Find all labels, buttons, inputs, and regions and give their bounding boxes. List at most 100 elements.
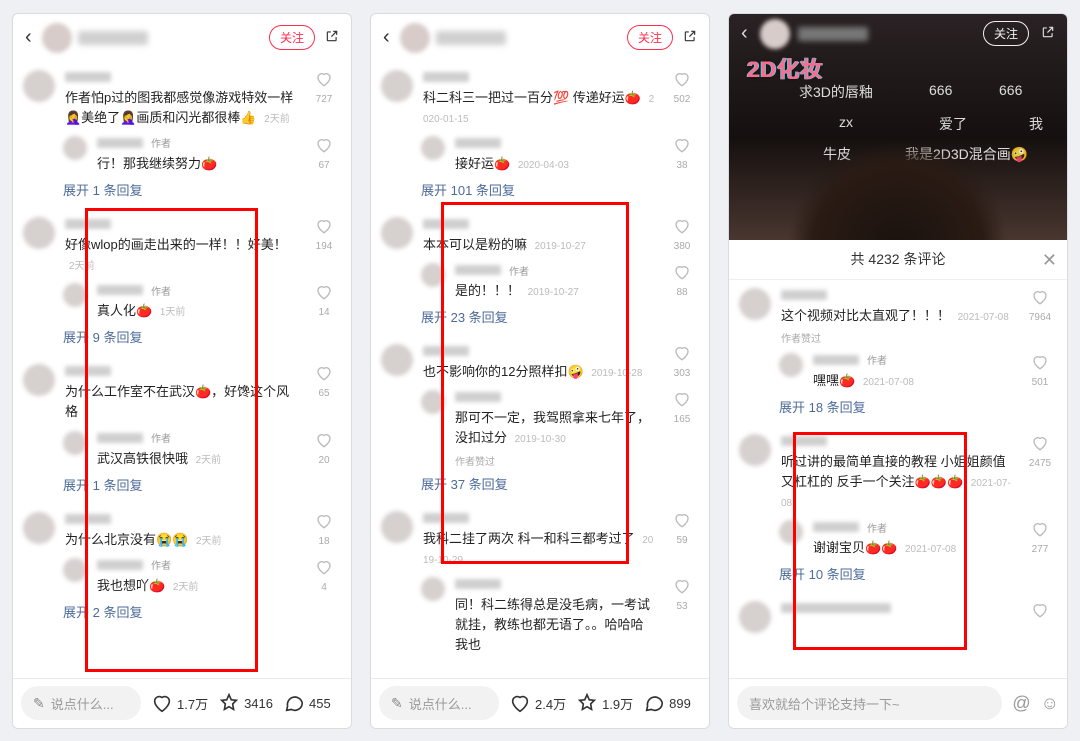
like-stat[interactable]: 2.4万 bbox=[509, 692, 566, 714]
expand-replies-link[interactable]: 展开 37 条回复 bbox=[371, 468, 709, 503]
heart-icon bbox=[315, 136, 333, 158]
comment-stat[interactable]: 455 bbox=[283, 692, 331, 714]
nickname-blurred bbox=[65, 72, 111, 82]
comment-input[interactable]: ✎ 说点什么... bbox=[21, 686, 141, 720]
like-count: 38 bbox=[676, 160, 687, 171]
like-button[interactable]: 7964 bbox=[1023, 288, 1057, 345]
avatar[interactable] bbox=[779, 520, 803, 544]
like-button[interactable]: 727 bbox=[307, 70, 341, 128]
comment-time: 2019-10-29 bbox=[423, 535, 653, 566]
reply-row: 作者武汉高铁很快哦 2天前20 bbox=[13, 423, 351, 469]
like-button[interactable]: 18 bbox=[307, 512, 341, 550]
danmu-text: 我 bbox=[1029, 114, 1043, 134]
like-stat[interactable]: 1.7万 bbox=[151, 692, 208, 714]
avatar[interactable] bbox=[63, 558, 87, 582]
like-button[interactable]: 502 bbox=[665, 70, 699, 128]
comments-scroll[interactable]: 科二科三一把过一百分💯 传递好运🍅 2020-01-15502接好运🍅 2020… bbox=[371, 62, 709, 678]
emoji-icon[interactable]: ☺ bbox=[1041, 693, 1059, 714]
expand-replies-link[interactable]: 展开 1 条回复 bbox=[13, 469, 351, 504]
expand-replies-link[interactable]: 展开 18 条回复 bbox=[729, 391, 1067, 426]
nickname-blurred bbox=[813, 355, 859, 365]
avatar[interactable] bbox=[779, 353, 803, 377]
share-icon[interactable] bbox=[1037, 23, 1059, 44]
like-button[interactable]: 165 bbox=[665, 390, 699, 467]
avatar[interactable] bbox=[23, 364, 55, 396]
avatar[interactable] bbox=[63, 431, 87, 455]
avatar[interactable] bbox=[381, 511, 413, 543]
avatar[interactable] bbox=[739, 434, 771, 466]
reply-row: 作者谢谢宝贝🍅🍅 2021-07-08277 bbox=[729, 512, 1067, 558]
heart-icon bbox=[673, 577, 691, 599]
comment-row: 为什么北京没有😭😭 2天前18 bbox=[13, 504, 351, 550]
comments-scroll[interactable]: 作者怕p过的图我都感觉像游戏特效一样🤦‍♀️美绝了🤦‍♀️画质和闪光都很棒👍 2… bbox=[13, 62, 351, 678]
follow-button[interactable]: 关注 bbox=[269, 25, 315, 50]
avatar[interactable] bbox=[23, 70, 55, 102]
like-button[interactable]: 67 bbox=[307, 136, 341, 174]
heart-icon bbox=[315, 70, 333, 92]
like-button[interactable]: 65 bbox=[307, 364, 341, 422]
back-icon[interactable]: ‹ bbox=[737, 18, 752, 49]
close-icon[interactable]: ✕ bbox=[1042, 250, 1057, 271]
mention-icon[interactable]: @ bbox=[1012, 693, 1030, 714]
like-button[interactable]: 20 bbox=[307, 431, 341, 469]
avatar[interactable] bbox=[400, 23, 430, 53]
avatar[interactable] bbox=[381, 217, 413, 249]
expand-replies-link[interactable]: 展开 2 条回复 bbox=[13, 596, 351, 631]
avatar[interactable] bbox=[760, 19, 790, 49]
expand-replies-link[interactable]: 展开 9 条回复 bbox=[13, 321, 351, 356]
avatar[interactable] bbox=[63, 283, 87, 307]
comment-text: 我也想吖🍅 2天前 bbox=[97, 576, 297, 596]
share-icon[interactable] bbox=[679, 27, 701, 48]
like-button[interactable]: 380 bbox=[665, 217, 699, 255]
like-button[interactable]: 88 bbox=[665, 263, 699, 301]
nickname-blurred bbox=[65, 219, 111, 229]
like-button[interactable]: 277 bbox=[1023, 520, 1057, 558]
avatar[interactable] bbox=[421, 390, 445, 414]
danmu-text: zx bbox=[839, 114, 853, 130]
avatar[interactable] bbox=[421, 577, 445, 601]
comment-input[interactable]: ✎ 说点什么... bbox=[379, 686, 499, 720]
follow-button[interactable]: 关注 bbox=[983, 21, 1029, 46]
follow-button[interactable]: 关注 bbox=[627, 25, 673, 50]
star-stat[interactable]: 1.9万 bbox=[576, 692, 633, 714]
expand-replies-link[interactable]: 展开 1 条回复 bbox=[13, 174, 351, 209]
like-button[interactable]: 4 bbox=[307, 558, 341, 596]
like-count: 65 bbox=[318, 388, 329, 399]
avatar[interactable] bbox=[421, 136, 445, 160]
danmu-text: 求3D的唇釉 bbox=[799, 82, 873, 102]
back-icon[interactable]: ‹ bbox=[379, 22, 394, 53]
nickname-blurred bbox=[455, 265, 501, 275]
avatar[interactable] bbox=[421, 263, 445, 287]
pencil-icon: ✎ bbox=[391, 695, 403, 712]
header: ‹ 关注 bbox=[729, 14, 1067, 54]
avatar[interactable] bbox=[739, 288, 771, 320]
like-button[interactable]: 38 bbox=[665, 136, 699, 174]
comment-row: 我科二挂了两次 科一和科三都考过了 2019-10-2959 bbox=[371, 503, 709, 569]
comments-scroll[interactable]: 这个视频对比太直观了！！！ 2021-07-08作者赞过7964作者嘿嘿🍅 20… bbox=[729, 280, 1067, 678]
expand-replies-link[interactable]: 展开 23 条回复 bbox=[371, 301, 709, 336]
star-stat[interactable]: 3416 bbox=[218, 692, 273, 714]
danmu-text: 666 bbox=[929, 82, 952, 98]
share-icon[interactable] bbox=[321, 27, 343, 48]
comment-stat[interactable]: 899 bbox=[643, 692, 691, 714]
like-button[interactable]: 2475 bbox=[1023, 434, 1057, 512]
like-button[interactable]: 53 bbox=[665, 577, 699, 655]
like-button[interactable]: 14 bbox=[307, 283, 341, 321]
like-button[interactable]: 303 bbox=[665, 344, 699, 382]
expand-replies-link[interactable]: 展开 101 条回复 bbox=[371, 174, 709, 209]
reply-row: 那可不一定，我驾照拿来七年了，没扣过分 2019-10-30作者赞过165 bbox=[371, 382, 709, 467]
comment-input[interactable]: 喜欢就给个评论支持一下~ bbox=[737, 686, 1002, 720]
avatar[interactable] bbox=[23, 512, 55, 544]
avatar[interactable] bbox=[381, 344, 413, 376]
heart-icon bbox=[673, 511, 691, 533]
avatar[interactable] bbox=[42, 23, 72, 53]
avatar[interactable] bbox=[381, 70, 413, 102]
avatar[interactable] bbox=[63, 136, 87, 160]
back-icon[interactable]: ‹ bbox=[21, 22, 36, 53]
like-button[interactable]: 194 bbox=[307, 217, 341, 275]
liked-by-author-label: 作者赞过 bbox=[781, 330, 1013, 345]
expand-replies-link[interactable]: 展开 10 条回复 bbox=[729, 558, 1067, 593]
like-button[interactable]: 501 bbox=[1023, 353, 1057, 391]
avatar[interactable] bbox=[23, 217, 55, 249]
like-button[interactable]: 59 bbox=[665, 511, 699, 569]
